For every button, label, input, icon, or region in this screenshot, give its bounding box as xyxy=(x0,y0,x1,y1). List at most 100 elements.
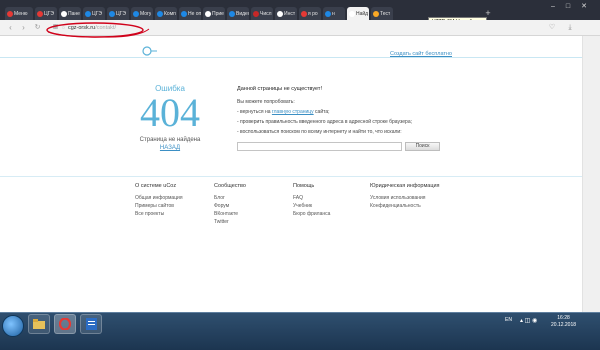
search-input[interactable] xyxy=(237,142,402,151)
footer-link[interactable]: Все проекты xyxy=(135,211,183,217)
ucoz-logo-icon[interactable] xyxy=(142,46,158,56)
browser-tab[interactable]: Комп xyxy=(155,7,177,20)
footer-heading: Помощь xyxy=(293,183,315,189)
footer-column: Сообщество Блог Форум ВКонтакте Twitter xyxy=(214,183,246,227)
folder-icon xyxy=(33,319,45,329)
footer-link[interactable]: Блог xyxy=(214,195,246,201)
footer-link[interactable]: Форум xyxy=(214,203,246,209)
error-code: 404 xyxy=(140,90,200,135)
footer-column: Помощь FAQ Учебник Бюро фриланса xyxy=(293,183,330,219)
explorer-taskbar-button[interactable] xyxy=(28,314,50,334)
footer-link[interactable]: Примеры сайтов xyxy=(135,203,183,209)
create-site-link[interactable]: Создать сайт бесплатно xyxy=(390,51,452,57)
tab-favicon-icon xyxy=(109,10,115,17)
start-button[interactable] xyxy=(2,315,24,337)
search-row: Поиск xyxy=(237,142,440,151)
search-button[interactable]: Поиск xyxy=(405,142,440,151)
forward-icon[interactable]: › xyxy=(19,23,28,32)
browser-tab[interactable]: Тест xyxy=(371,7,393,20)
option-home: - вернуться на главную страницу сайта; xyxy=(237,109,497,115)
tab-title: Тест xyxy=(380,10,391,17)
opera-taskbar-button[interactable] xyxy=(54,314,76,334)
tab-bar: Меню ЦГЭ Пане ЦГЭ ЦГЭ Могу Комп Не оп Прие Видео… xyxy=(0,0,600,20)
bookmark-heart-icon[interactable]: ♡ xyxy=(548,23,556,32)
browser-tab[interactable]: я ро xyxy=(299,7,321,20)
error-subtitle: Страница не найдена xyxy=(139,137,201,143)
browser-tab[interactable]: Не оп xyxy=(179,7,201,20)
tab-title: Комп xyxy=(164,10,176,17)
footer-column: О системе uCoz Общая информация Примеры са… xyxy=(135,183,183,219)
tab-favicon-icon xyxy=(85,10,91,17)
browser-tab[interactable]: Прие xyxy=(203,7,225,20)
tab-favicon-icon xyxy=(37,10,43,17)
footer-heading: Юридическая информация xyxy=(370,183,440,189)
opera-menu-button[interactable]: Меню xyxy=(5,7,33,20)
document-icon xyxy=(85,318,97,330)
browser-tab[interactable]: Найд xyxy=(347,7,369,20)
opera-icon xyxy=(59,318,71,330)
footer-heading: Сообщество xyxy=(214,183,246,189)
footer-link[interactable]: Twitter xyxy=(214,219,246,225)
opera-icon xyxy=(7,10,13,17)
tab-title: я ро xyxy=(308,10,318,17)
browser-tab[interactable]: Числ xyxy=(251,7,273,20)
back-link[interactable]: НАЗАД xyxy=(160,145,180,151)
footer-link[interactable]: Учебник xyxy=(293,203,330,209)
tab-favicon-icon xyxy=(133,10,139,17)
tab-title: Инст xyxy=(284,10,296,17)
tab-title: Числ xyxy=(260,10,272,17)
option-check-url: - проверить правильность введенного адре… xyxy=(237,119,413,125)
footer-link[interactable]: Общая информация xyxy=(135,195,183,201)
download-icon[interactable]: ⤓ xyxy=(566,23,574,32)
back-icon[interactable]: ‹ xyxy=(6,23,15,32)
tab-favicon-icon xyxy=(349,10,355,17)
ucoz-header: Создать сайт бесплатно xyxy=(0,36,582,58)
footer-link[interactable]: FAQ xyxy=(293,195,330,201)
tab-title: Видео xyxy=(236,10,249,17)
tab-favicon-icon xyxy=(253,10,259,17)
tray-icons[interactable]: ▴ ◫ ◉ xyxy=(520,317,537,324)
browser-tab[interactable]: Могу xyxy=(131,7,153,20)
tab-favicon-icon xyxy=(277,10,283,17)
footer-link[interactable]: Условия использования xyxy=(370,195,440,201)
tab-favicon-icon xyxy=(205,10,211,17)
option-home-prefix: - вернуться на xyxy=(237,109,272,115)
tab-favicon-icon xyxy=(373,10,379,17)
error-help: Данной страницы не существует! Вы можете… xyxy=(237,86,497,139)
opera-menu-label: Меню xyxy=(14,10,28,17)
browser-tab[interactable]: Инст xyxy=(275,7,297,20)
option-home-suffix: сайта; xyxy=(313,109,330,115)
maximize-button[interactable]: □ xyxy=(563,3,573,11)
browser-tab[interactable]: ЦГЭ xyxy=(35,7,57,20)
footer-link[interactable]: ВКонтакте xyxy=(214,211,246,217)
clock-date: 20.12.2018 xyxy=(551,322,577,328)
taskbar: EN ▴ ◫ ◉ 16:28 20.12.2018 xyxy=(0,312,600,350)
tab-title: Пане xyxy=(68,10,80,17)
footer-column: Юридическая информация Условия использова… xyxy=(370,183,440,211)
tab-favicon-icon xyxy=(157,10,163,17)
footer-link[interactable]: Конфиденциальность xyxy=(370,203,440,209)
tab-title: ЦГЭ xyxy=(44,10,54,17)
tab-favicon-icon xyxy=(61,10,67,17)
close-window-button[interactable]: ✕ xyxy=(579,3,589,11)
tab-title: Могу xyxy=(140,10,152,17)
reload-icon[interactable]: ↻ xyxy=(33,23,42,32)
tab-title: Не оп xyxy=(188,10,201,17)
footer-heading: О системе uCoz xyxy=(135,183,177,189)
minimize-button[interactable]: – xyxy=(548,3,558,11)
clock[interactable]: 16:28 20.12.2018 xyxy=(551,315,576,329)
tab-title: Найд xyxy=(356,10,369,17)
browser-tab[interactable]: н xyxy=(323,7,345,20)
tab-favicon-icon xyxy=(229,10,235,17)
language-indicator[interactable]: EN xyxy=(505,317,512,323)
browser-tab[interactable]: ЦГЭ xyxy=(107,7,129,20)
tab-favicon-icon xyxy=(181,10,187,17)
scrollbar[interactable] xyxy=(582,36,600,312)
tab-title: н xyxy=(332,10,335,17)
footer-link[interactable]: Бюро фриланса xyxy=(293,211,330,217)
browser-tab[interactable]: ЦГЭ xyxy=(83,7,105,20)
browser-tab[interactable]: Пане xyxy=(59,7,81,20)
word-taskbar-button[interactable] xyxy=(80,314,102,334)
home-page-link[interactable]: главную страницу xyxy=(272,109,314,115)
browser-tab[interactable]: Видео xyxy=(227,7,249,20)
